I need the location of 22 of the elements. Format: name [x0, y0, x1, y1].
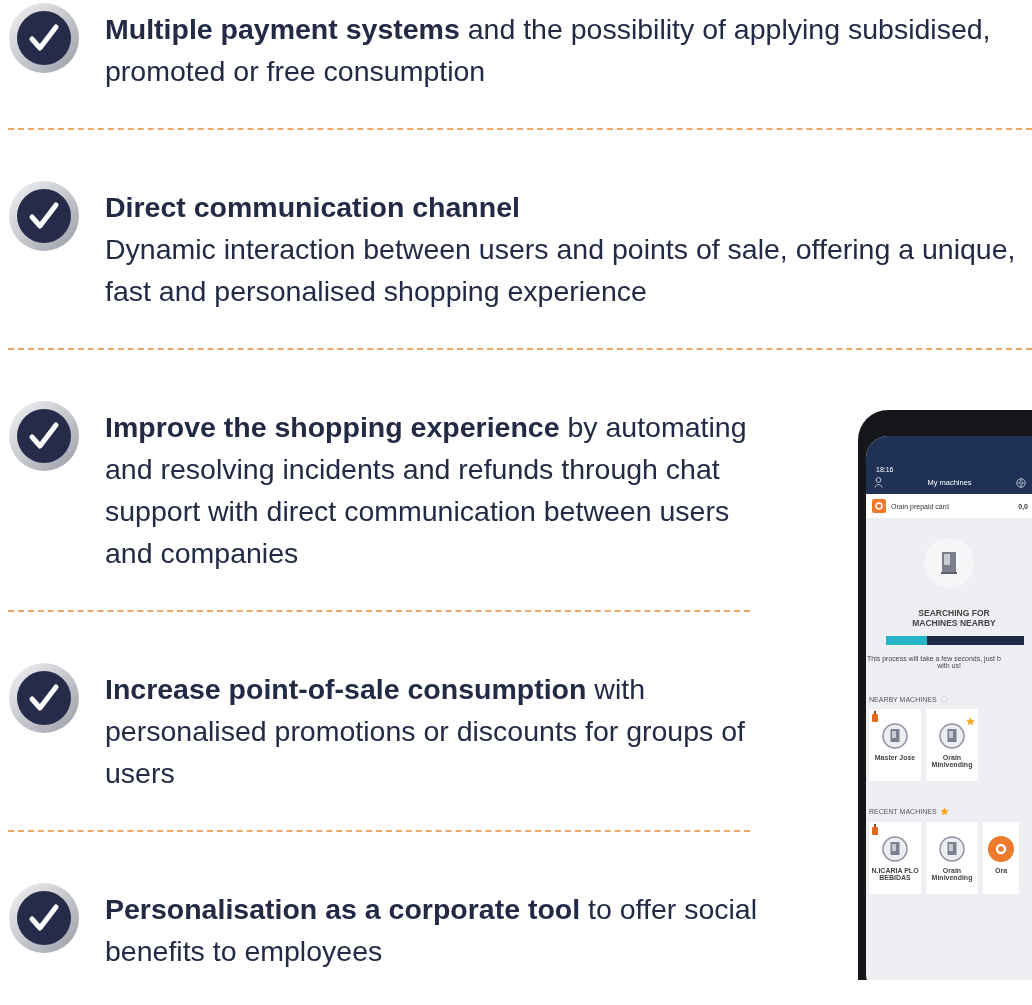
feature-text: Direct communication channel Dynamic interaction between users and points of sale, offering a unique, fast and personalised shopping experience — [105, 190, 1017, 309]
feature-text: Multiple payment systems and the possibility of applying subsidised, promoted or free consumption — [105, 12, 992, 89]
vending-machine-icon — [924, 538, 974, 588]
vending-machine-icon — [939, 836, 965, 862]
search-heading: SEARCHING FOR MACHINES NEARBY — [911, 608, 997, 628]
loading-icon — [939, 695, 948, 703]
brand-logo-icon — [988, 836, 1014, 862]
card-logo-icon — [872, 499, 886, 513]
user-icon[interactable] — [874, 477, 883, 488]
vending-machine-icon — [882, 723, 908, 749]
vending-machine-icon — [882, 836, 908, 862]
vending-machine-icon — [939, 723, 965, 749]
check-icon — [8, 2, 80, 74]
feature-text: Improve the shopping experience by automating and resolving incidents and refunds through chat support with direct communication between users and companies — [105, 410, 748, 571]
check-icon — [8, 180, 80, 252]
check-icon — [8, 662, 80, 734]
check-icon — [8, 400, 80, 472]
feature-text: Personalisation as a corporate tool to offer social benefits to employees — [105, 892, 759, 969]
globe-icon[interactable] — [1016, 477, 1026, 488]
feature-text: Increase point-of-sale consumption with personalised promotions or discounts for groups of users — [105, 672, 746, 791]
star-icon — [939, 807, 949, 816]
check-icon — [8, 882, 80, 954]
